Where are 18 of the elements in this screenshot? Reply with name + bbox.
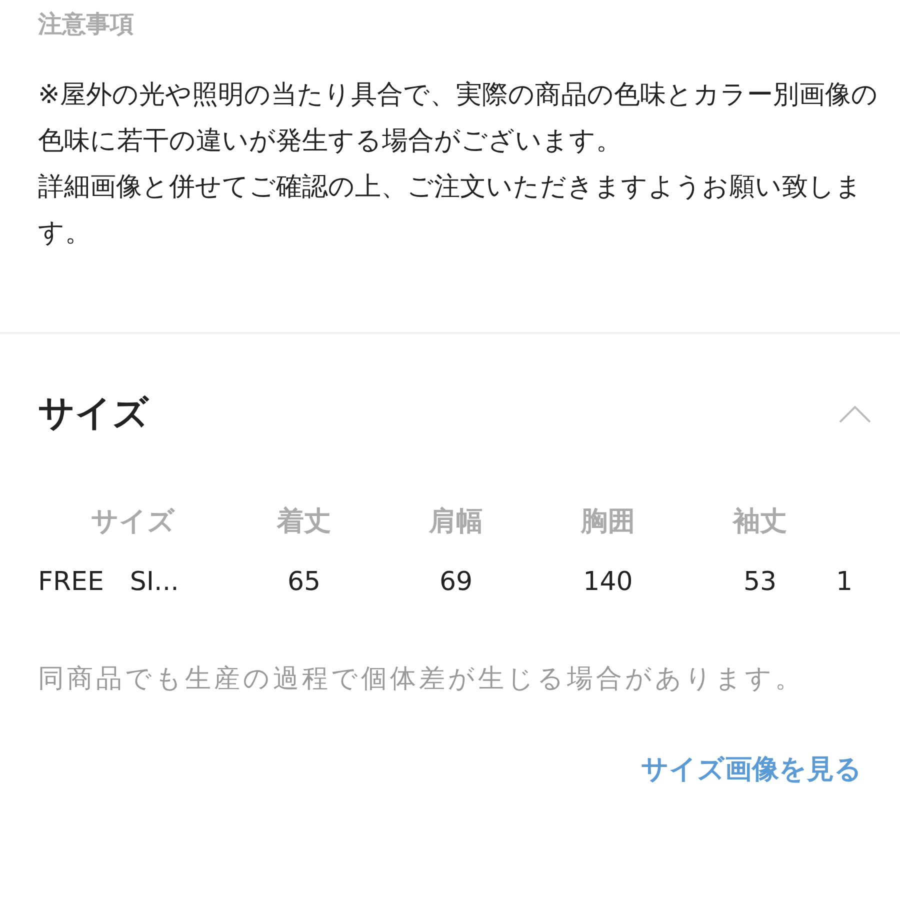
footnote-text: 同商品でも生産の過程で個体差が生じる場合があります。 [38, 663, 805, 696]
notice-paragraph: 詳細画像と併せてご確認の上、ご注文いただきますようお願い致します。 [38, 171, 863, 250]
section-title: サイズ [38, 392, 149, 436]
column-header: 着丈 [277, 505, 331, 539]
table-cell-text: FREE SI... [38, 566, 179, 599]
table-cell-text: 65 [287, 566, 321, 599]
size-image-link[interactable]: サイズ画像を見る [641, 750, 862, 790]
table-cell-text: 69 [439, 566, 473, 599]
table-cell-text: 53 [743, 566, 777, 599]
column-header: 袖丈 [733, 505, 787, 539]
column-header: サイズ [91, 505, 175, 539]
notice-paragraph: ※屋外の光や照明の当たり具合で、実際の商品の色味とカラー別画像の色味に若干の違いが発生する場合がございます。 [38, 79, 878, 158]
chevron-up-icon[interactable] [838, 404, 872, 424]
section-heading: 注意事項 [38, 9, 135, 40]
column-header: 肩幅 [429, 505, 483, 539]
column-header: 胸囲 [581, 505, 635, 539]
table-cell-text: 140 [583, 566, 633, 599]
table-cell-text: 1 [836, 566, 853, 599]
